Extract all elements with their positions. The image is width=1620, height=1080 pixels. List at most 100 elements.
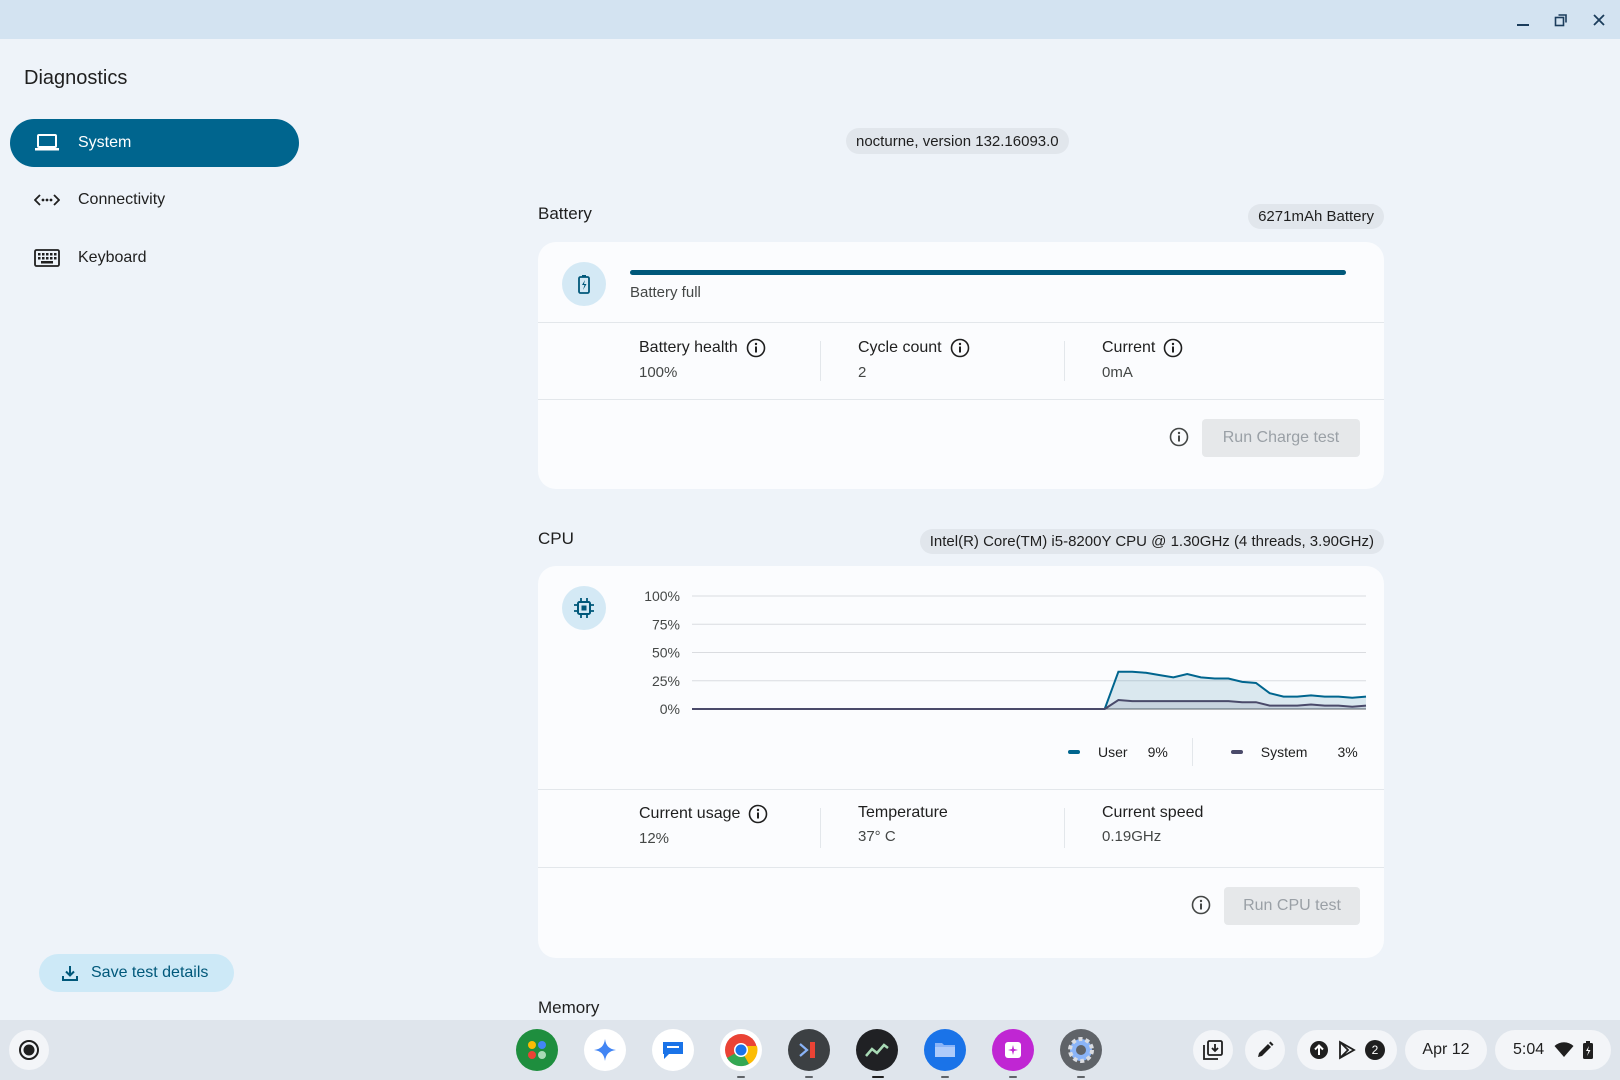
- sidebar-item-label: System: [78, 134, 132, 151]
- status-area[interactable]: 5:04: [1495, 1030, 1611, 1070]
- screenshot-app-icon[interactable]: [992, 1029, 1034, 1071]
- sidebar-item-keyboard[interactable]: Keyboard: [10, 234, 299, 282]
- stat-label: Current speed: [1102, 804, 1204, 821]
- cpu-usage-chart: 100% 75% 50% 25% 0%: [644, 588, 1367, 717]
- files-icon[interactable]: [924, 1029, 966, 1071]
- info-icon[interactable]: [950, 338, 970, 358]
- date-tray[interactable]: Apr 12: [1405, 1030, 1487, 1070]
- y-tick-label: 0%: [660, 701, 680, 717]
- stat-value: 12%: [639, 830, 670, 847]
- notification-tray[interactable]: 2: [1297, 1030, 1397, 1070]
- running-indicator: [941, 1076, 949, 1078]
- legend-user-value: 9%: [1147, 744, 1168, 760]
- shelf: 2 Apr 12 5:04: [0, 1020, 1620, 1080]
- legend-user-label: User: [1098, 744, 1128, 760]
- save-test-details-button[interactable]: Save test details: [39, 954, 234, 992]
- battery-icon: [562, 262, 606, 306]
- close-button[interactable]: [1585, 6, 1613, 34]
- chrome-icon[interactable]: [720, 1029, 762, 1071]
- divider: [1191, 738, 1193, 766]
- battery-charge-track: [630, 270, 1346, 275]
- running-indicator: [1077, 1076, 1085, 1078]
- battery-card: Battery full Battery health 100% Cycle c…: [538, 242, 1384, 489]
- app-launcher-grid-icon[interactable]: [516, 1029, 558, 1071]
- diagnostics-app: Diagnostics System Connectivity Keyboard…: [0, 39, 1620, 1020]
- launcher-button[interactable]: [9, 1030, 49, 1070]
- restore-button[interactable]: [1547, 6, 1575, 34]
- settings-icon[interactable]: [1060, 1029, 1102, 1071]
- running-indicator: [1009, 1076, 1017, 1078]
- messages-icon[interactable]: [652, 1029, 694, 1071]
- diagnostics-icon[interactable]: [856, 1029, 898, 1071]
- stat-value: 0mA: [1102, 364, 1133, 381]
- keyboard-icon: [34, 245, 60, 271]
- stat-value: 100%: [639, 364, 678, 381]
- title-bar: [0, 0, 1620, 39]
- upload-icon: [1310, 1041, 1328, 1059]
- stat-value: 2: [858, 364, 867, 381]
- sidebar-item-label: Keyboard: [78, 249, 147, 266]
- tote-icon: [1203, 1040, 1223, 1060]
- clock: 5:04: [1513, 1041, 1545, 1058]
- app-title: Diagnostics: [24, 67, 128, 89]
- version-chip: nocturne, version 132.16093.0: [846, 128, 1069, 154]
- cpu-section-title: CPU: [538, 529, 574, 548]
- divider: [1064, 808, 1065, 848]
- sidebar-item-label: Connectivity: [78, 191, 166, 208]
- gemini-icon[interactable]: [584, 1029, 626, 1071]
- divider: [1064, 341, 1065, 381]
- restore-icon: [1554, 14, 1567, 27]
- divider: [538, 789, 1384, 790]
- battery-health-stat: Battery health 100%: [639, 338, 766, 381]
- stat-label: Current: [1102, 339, 1156, 356]
- divider: [538, 399, 1384, 400]
- info-icon[interactable]: [748, 804, 768, 824]
- cpu-card: 100% 75% 50% 25% 0% User 9% System 3% Curren…: [538, 566, 1384, 958]
- legend-system-label: System: [1260, 744, 1308, 760]
- battery-capacity-chip: 6271mAh Battery: [1248, 204, 1384, 229]
- cpu-legend: User 9% System 3%: [1068, 738, 1358, 766]
- battery-charging-icon: [1583, 1041, 1594, 1059]
- stylus-tools-button[interactable]: [1245, 1030, 1285, 1070]
- minimize-button[interactable]: [1509, 6, 1537, 34]
- stat-value: 37° C: [858, 828, 896, 845]
- temperature-stat: Temperature 37° C: [858, 804, 948, 845]
- save-test-details-label: Save test details: [91, 964, 209, 981]
- cpu-model-chip: Intel(R) Core(TM) i5-8200Y CPU @ 1.30GHz…: [919, 529, 1384, 554]
- running-indicator: [805, 1076, 813, 1078]
- wifi-icon: [1554, 1042, 1574, 1057]
- tote-button[interactable]: [1193, 1030, 1233, 1070]
- legend-user-swatch: [1068, 750, 1080, 754]
- stat-label: Battery health: [639, 339, 738, 356]
- divider: [820, 808, 821, 848]
- stat-label: Current usage: [639, 805, 741, 822]
- run-cpu-test-button[interactable]: Run CPU test: [1224, 887, 1360, 925]
- cpu-chip-icon: [562, 586, 606, 630]
- stat-label: Cycle count: [858, 339, 942, 356]
- battery-charge-fill: [630, 270, 1346, 275]
- notification-count-badge: 2: [1365, 1040, 1385, 1060]
- y-tick-label: 50%: [652, 645, 680, 661]
- battery-section-title: Battery: [538, 204, 592, 223]
- current-speed-stat: Current speed 0.19GHz: [1102, 804, 1203, 845]
- charge-test-info-icon[interactable]: [1168, 426, 1190, 448]
- info-icon[interactable]: [746, 338, 766, 358]
- current-usage-stat: Current usage 12%: [639, 804, 768, 847]
- memory-section-title: Memory: [538, 998, 600, 1017]
- divider: [820, 341, 821, 381]
- cpu-test-info-icon[interactable]: [1190, 894, 1212, 916]
- stat-label: Temperature: [858, 804, 948, 821]
- launcher-icon: [19, 1040, 39, 1060]
- minimize-icon: [1517, 24, 1529, 26]
- terminal-icon[interactable]: [788, 1029, 830, 1071]
- run-charge-test-button[interactable]: Run Charge test: [1202, 419, 1360, 457]
- divider: [538, 867, 1384, 868]
- laptop-icon: [34, 130, 60, 156]
- legend-system-value: 3%: [1337, 744, 1358, 760]
- sidebar-item-connectivity[interactable]: Connectivity: [10, 176, 299, 224]
- running-indicator: [737, 1076, 745, 1078]
- y-tick-label: 100%: [644, 588, 680, 604]
- running-indicator: [872, 1076, 884, 1078]
- info-icon[interactable]: [1163, 338, 1183, 358]
- sidebar-item-system[interactable]: System: [10, 119, 299, 167]
